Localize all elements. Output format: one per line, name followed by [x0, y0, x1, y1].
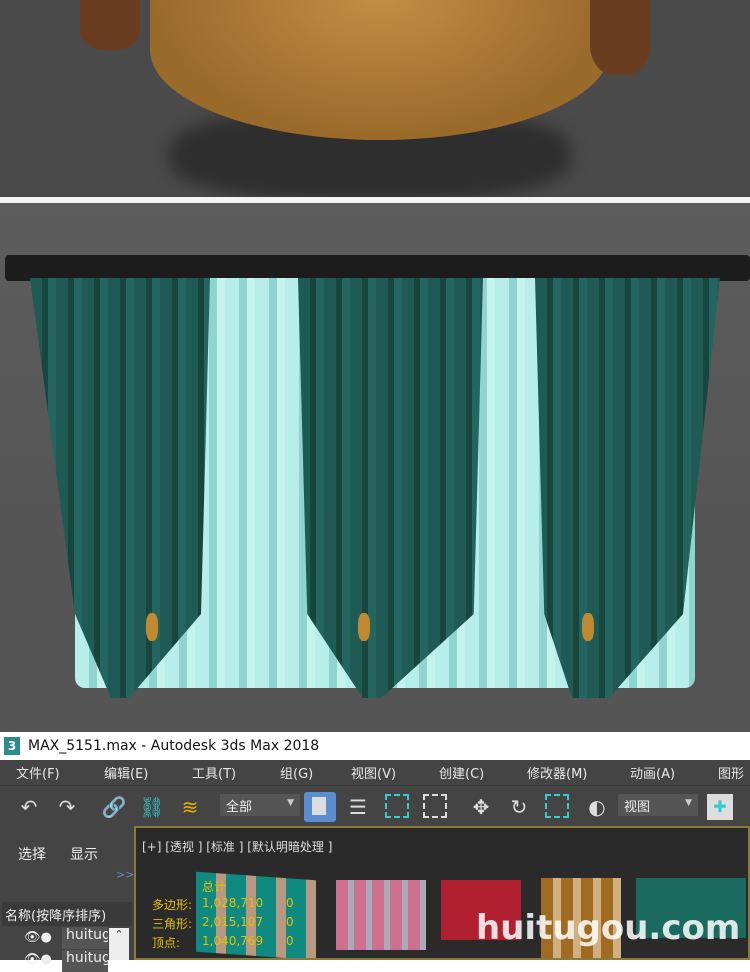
- selection-filter-value: 全部: [226, 800, 253, 815]
- rotate-icon[interactable]: ↻: [506, 794, 532, 820]
- stats-label: 三角形:: [152, 917, 193, 931]
- menu-create[interactable]: 创建(C): [439, 763, 484, 782]
- chevron-down-icon: ▼: [287, 798, 294, 808]
- move-icon[interactable]: ✥: [468, 794, 494, 820]
- reference-coord-value: 视图: [624, 800, 651, 815]
- title-bar: 3 MAX_5151.max - Autodesk 3ds Max 2018: [0, 732, 750, 760]
- link-icon[interactable]: 🔗: [101, 794, 127, 820]
- undo-icon[interactable]: ↶: [16, 794, 42, 820]
- render-preview-curtains: [0, 203, 750, 732]
- menu-tools[interactable]: 工具(T): [192, 763, 236, 782]
- list-item[interactable]: huitug: [62, 950, 108, 972]
- stats-total: 1,040,769: [202, 934, 264, 948]
- expand-button[interactable]: >>: [116, 868, 134, 881]
- selection-filter-dropdown[interactable]: 全部 ▼: [220, 794, 300, 816]
- menu-edit[interactable]: 编辑(E): [104, 763, 148, 782]
- menu-graph[interactable]: 图形: [718, 763, 744, 782]
- name-column-header[interactable]: 名称(按降序排序): [2, 902, 132, 926]
- select-object-icon[interactable]: [304, 792, 336, 822]
- scene-explorer: 选择 显示 >> 名称(按降序排序) 👁● huitug 👁● huitug ⌃: [0, 826, 134, 972]
- window-crossing-icon[interactable]: [423, 794, 447, 818]
- visibility-icon[interactable]: 👁●: [24, 930, 52, 945]
- stats-label: 多边形:: [152, 898, 193, 912]
- main-toolbar: ↶ ↷ 🔗 ⛓ ≋ 全部 ▼ ☰ ✥ ↻ ◐ 视图 ▼ ✚: [0, 785, 750, 826]
- menu-file[interactable]: 文件(F): [16, 763, 60, 782]
- tassel: [358, 613, 370, 641]
- stats-label: 顶点:: [152, 936, 181, 950]
- placement-icon[interactable]: ◐: [584, 794, 610, 820]
- list-item[interactable]: huitug: [62, 927, 108, 949]
- scale-icon[interactable]: [545, 794, 569, 818]
- pivot-icon[interactable]: ✚: [707, 794, 733, 820]
- app-icon: 3: [4, 737, 20, 755]
- viewport-label[interactable]: [+] [透视 ] [标准 ] [默认明暗处理 ]: [142, 838, 332, 855]
- menu-modifiers[interactable]: 修改器(M): [527, 763, 587, 782]
- tab-select[interactable]: 选择: [18, 844, 46, 864]
- redo-icon[interactable]: ↷: [54, 794, 80, 820]
- stats-selected: 0: [286, 934, 294, 948]
- select-by-name-icon[interactable]: ☰: [345, 794, 371, 820]
- menu-group[interactable]: 组(G): [280, 763, 313, 782]
- menu-bar: 文件(F) 编辑(E) 工具(T) 组(G) 视图(V) 创建(C) 修改器(M…: [0, 760, 750, 785]
- reference-coord-dropdown[interactable]: 视图 ▼: [618, 794, 698, 816]
- stats-selected: 0: [286, 896, 294, 910]
- stats-total: 1,028,710: [202, 896, 264, 910]
- menu-animation[interactable]: 动画(A): [630, 763, 675, 782]
- tassel: [146, 613, 158, 641]
- unlink-icon[interactable]: ⛓: [139, 794, 165, 820]
- stats-header: 总计: [202, 880, 227, 894]
- chevron-down-icon: ▼: [685, 798, 692, 808]
- perspective-viewport[interactable]: [+] [透视 ] [标准 ] [默认明暗处理 ] 总计 多边形: 1,028,…: [134, 826, 750, 960]
- tab-display[interactable]: 显示: [70, 844, 98, 864]
- render-preview-top: [0, 0, 750, 197]
- rectangle-selection-icon[interactable]: [385, 794, 409, 818]
- stats-total: 2,015,107: [202, 915, 264, 929]
- watermark: huitugou.com: [476, 908, 741, 948]
- window-title: MAX_5151.max - Autodesk 3ds Max 2018: [28, 738, 320, 754]
- stats-selected: 0: [286, 915, 294, 929]
- menu-views[interactable]: 视图(V): [351, 763, 396, 782]
- bind-space-warp-icon[interactable]: ≋: [177, 794, 203, 820]
- tassel: [582, 613, 594, 641]
- scrollbar[interactable]: ⌃: [109, 928, 129, 960]
